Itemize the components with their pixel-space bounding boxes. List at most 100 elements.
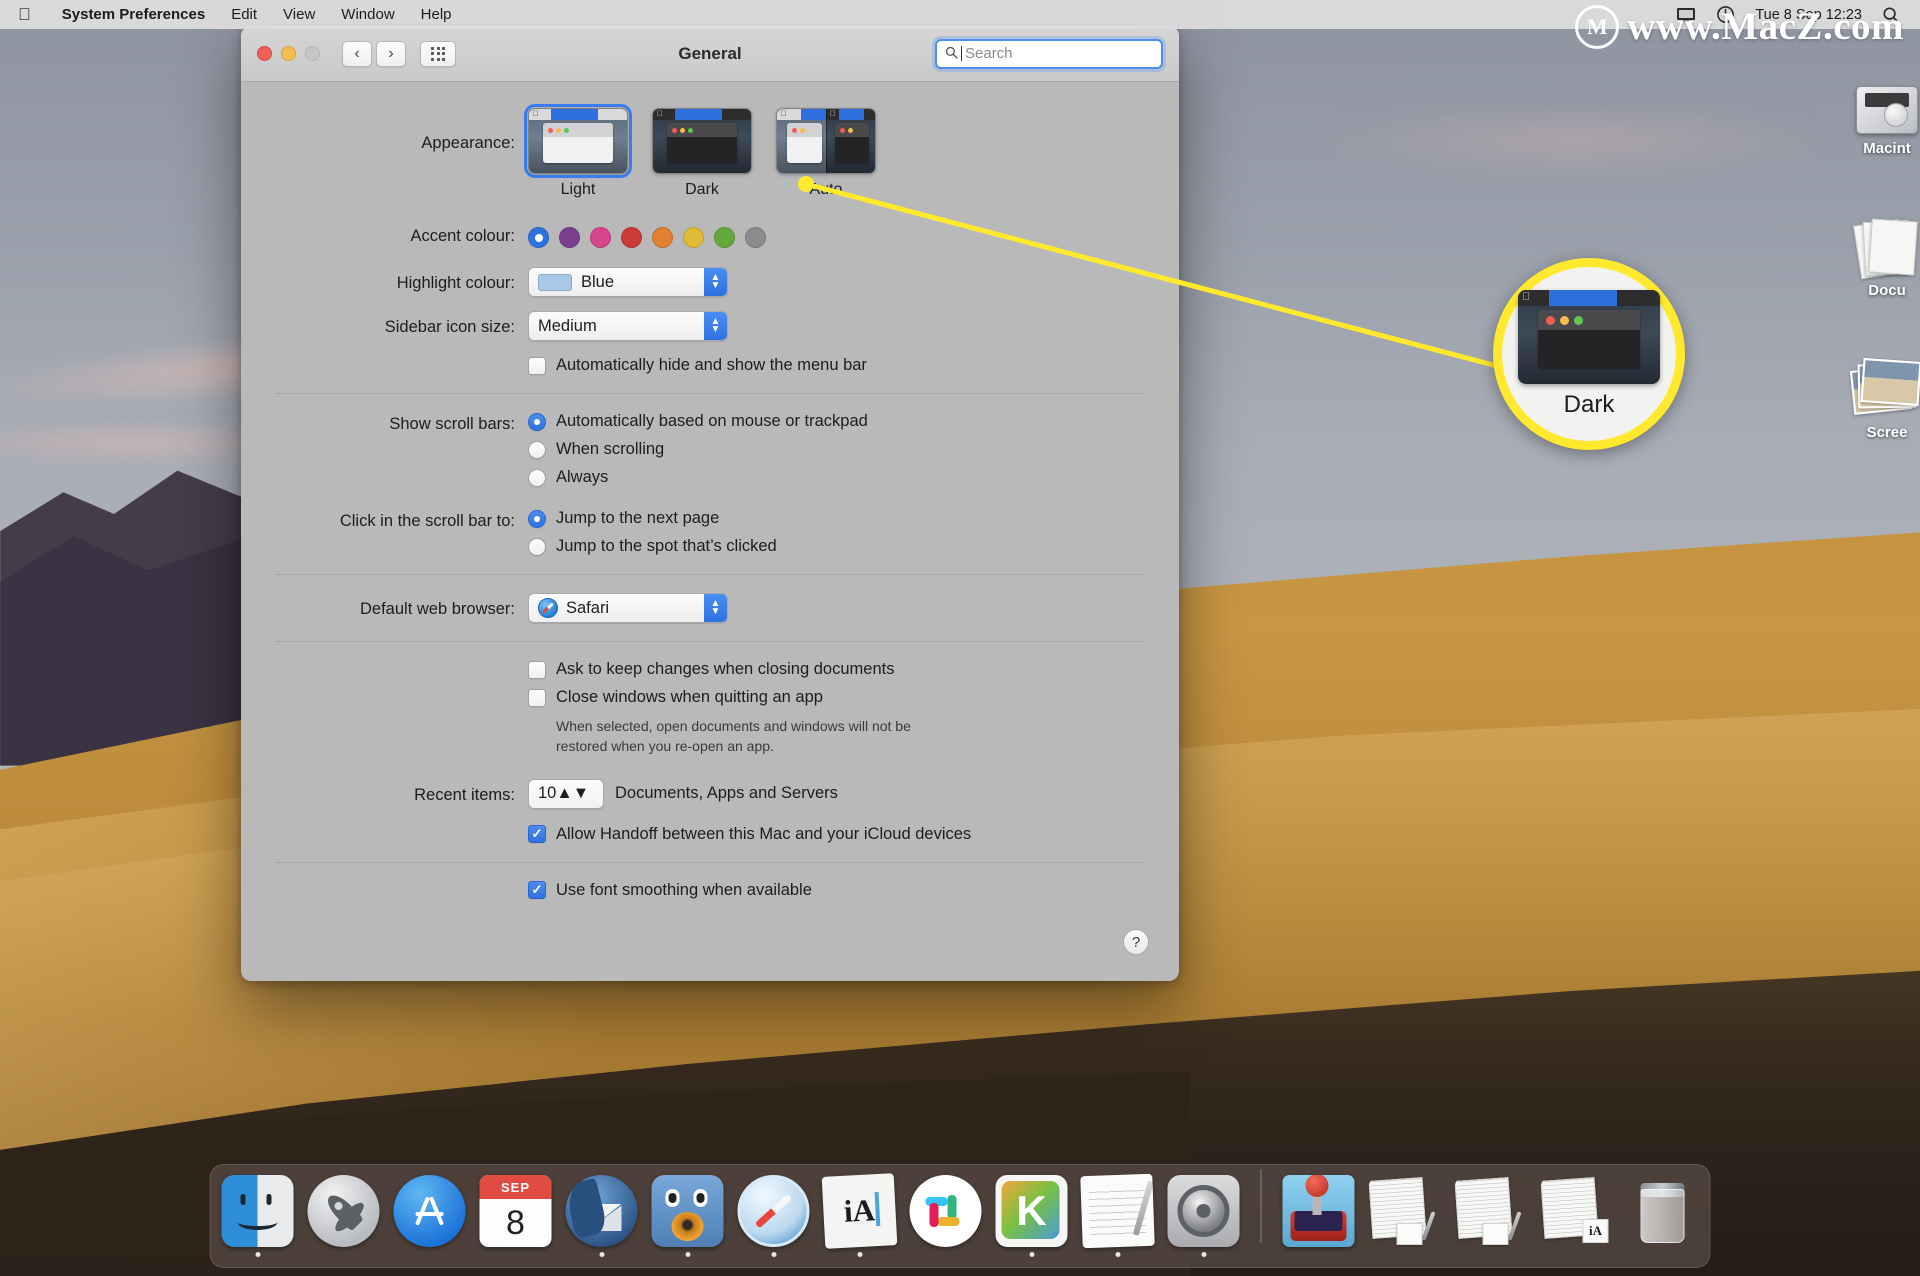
autohide-menubar-checkbox-row[interactable]: Automatically hide and show the menu bar	[528, 356, 1145, 375]
handoff-checkbox[interactable]: ✓	[528, 825, 546, 844]
ia-glyph: iA	[1582, 1219, 1609, 1243]
close-button[interactable]	[257, 46, 272, 61]
click-scroll-option-spot-clicked[interactable]: Jump to the spot that’s clicked	[528, 537, 1145, 556]
appearance-option-light[interactable]:  Light	[524, 104, 632, 199]
appearance-option-auto[interactable]:   Auto	[776, 108, 876, 199]
default-web-browser-select[interactable]: Safari ▲ ▼	[528, 593, 728, 623]
radio-button[interactable]	[528, 412, 546, 431]
chevron-updown-icon[interactable]: ▲▼	[704, 268, 727, 296]
menu-item-app-name[interactable]: System Preferences	[49, 6, 218, 23]
running-indicator	[599, 1252, 604, 1257]
dark-appearance-thumbnail: 	[652, 108, 752, 174]
accent-swatch-pink[interactable]	[590, 227, 611, 248]
appearance-label: Appearance:	[421, 134, 515, 152]
chevron-updown-icon[interactable]: ▲▼	[704, 312, 727, 340]
chevron-updown-icon[interactable]: ▲▼	[704, 594, 727, 622]
apple-menu-icon[interactable]: 	[18, 6, 31, 23]
dock-item-finder[interactable]	[221, 1175, 295, 1257]
dock-stack-document-1[interactable]	[1368, 1175, 1442, 1257]
search-input[interactable]: Search	[935, 38, 1163, 69]
screenshots-stack-icon	[1822, 342, 1920, 418]
document-stack-icon	[1368, 1175, 1441, 1247]
back-button[interactable]: ‹	[342, 40, 372, 67]
accent-swatch-blue[interactable]	[528, 227, 549, 248]
dock-stack-ia-document[interactable]: iA	[1540, 1175, 1614, 1257]
accent-swatch-graphite[interactable]	[745, 227, 766, 248]
section-divider	[275, 641, 1145, 642]
text-caret	[961, 46, 962, 61]
font-smoothing-checkbox-row[interactable]: ✓ Use font smoothing when available	[528, 881, 1145, 900]
hard-disk-icon	[1822, 58, 1920, 134]
close-windows-row[interactable]: Close windows when quitting an app	[528, 688, 1145, 707]
dock-item-launchpad[interactable]	[307, 1175, 381, 1257]
dock-item-kodi[interactable]: K	[995, 1175, 1069, 1257]
dock-stack-games[interactable]	[1282, 1175, 1356, 1257]
spotlight-search-icon[interactable]	[1882, 6, 1900, 24]
forward-button[interactable]: ›	[376, 40, 406, 67]
radio-button[interactable]	[528, 440, 546, 459]
dock-item-transmission[interactable]	[651, 1175, 725, 1257]
show-all-grid-icon[interactable]	[420, 40, 456, 67]
recent-items-stepper[interactable]: 10 ▲▼	[528, 778, 604, 809]
dock-item-ia-writer[interactable]: iA	[821, 1173, 898, 1257]
ask-keep-changes-checkbox[interactable]	[528, 660, 546, 679]
menu-item-window[interactable]: Window	[328, 6, 407, 23]
accent-swatch-green[interactable]	[714, 227, 735, 248]
running-indicator	[1316, 1252, 1321, 1257]
scroll-bars-option-auto[interactable]: Automatically based on mouse or trackpad	[528, 412, 1145, 431]
accent-swatch-red[interactable]	[621, 227, 642, 248]
documents-stack-icon	[1822, 200, 1920, 280]
section-divider	[275, 861, 1145, 863]
dock-item-textedit[interactable]	[1080, 1173, 1155, 1257]
radio-button[interactable]	[528, 468, 546, 487]
desktop-icon-label: Macint	[1863, 140, 1911, 157]
dock-item-system-preferences[interactable]	[1167, 1175, 1241, 1257]
accent-swatch-purple[interactable]	[559, 227, 580, 248]
handoff-checkbox-row[interactable]: ✓ Allow Handoff between this Mac and you…	[528, 825, 1145, 844]
dock-item-trash[interactable]	[1626, 1175, 1700, 1257]
scroll-bars-option-when-scrolling[interactable]: When scrolling	[528, 440, 1145, 459]
running-indicator	[857, 1252, 862, 1257]
dock-stack-document-2[interactable]	[1454, 1175, 1528, 1257]
chevron-updown-icon[interactable]: ▲▼	[556, 784, 589, 803]
dock-item-safari[interactable]	[737, 1175, 811, 1257]
desktop-icon-documents[interactable]: Docu	[1822, 200, 1920, 299]
dock-item-calendar[interactable]: SEP 8	[479, 1175, 553, 1257]
menu-item-view[interactable]: View	[270, 6, 328, 23]
display-icon[interactable]	[1676, 7, 1696, 23]
menu-item-edit[interactable]: Edit	[218, 6, 270, 23]
desktop-icon-screenshots[interactable]: Scree	[1822, 342, 1920, 441]
radio-button[interactable]	[528, 509, 546, 528]
close-windows-checkbox[interactable]	[528, 688, 546, 707]
default-web-browser-label: Default web browser:	[360, 600, 515, 618]
scroll-bars-option-always[interactable]: Always	[528, 468, 1145, 487]
appearance-option-dark[interactable]:  Dark	[652, 108, 752, 199]
desktop-icon-macintosh-hd[interactable]: Macint	[1822, 58, 1920, 157]
menu-bar-clock[interactable]: Tue 8 Sep 12:23	[1755, 7, 1862, 23]
time-machine-icon[interactable]	[1716, 5, 1735, 24]
minimize-button[interactable]	[281, 46, 296, 61]
font-smoothing-checkbox[interactable]: ✓	[528, 881, 546, 900]
menu-item-help[interactable]: Help	[408, 6, 465, 23]
highlight-colour-select[interactable]: Blue ▲ ▼	[528, 267, 728, 297]
show-scroll-bars-row: Show scroll bars: Automatically based on…	[241, 412, 1179, 487]
system-preferences-icon	[1167, 1175, 1240, 1247]
dock-item-thunderbird[interactable]	[565, 1175, 639, 1257]
window-title-bar: ‹ › General Search	[241, 26, 1179, 82]
ask-keep-changes-row[interactable]: Ask to keep changes when closing documen…	[528, 660, 1145, 679]
search-placeholder: Search	[965, 45, 1013, 62]
radio-button[interactable]	[528, 537, 546, 556]
accent-swatch-yellow[interactable]	[683, 227, 704, 248]
auto-appearance-thumbnail:  	[776, 108, 876, 174]
autohide-menubar-checkbox[interactable]	[528, 356, 546, 375]
dock-item-app-store[interactable]	[393, 1175, 467, 1257]
light-appearance-thumbnail: 	[524, 104, 632, 178]
dock-item-slack[interactable]	[909, 1175, 983, 1257]
launchpad-icon	[307, 1175, 380, 1247]
help-button[interactable]: ?	[1123, 929, 1149, 955]
click-scroll-option-next-page[interactable]: Jump to the next page	[528, 509, 1145, 528]
calendar-month: SEP	[479, 1175, 552, 1199]
accent-swatch-orange[interactable]	[652, 227, 673, 248]
sidebar-icon-size-select[interactable]: Medium ▲ ▼	[528, 311, 728, 341]
navigation-buttons: ‹ ›	[342, 40, 406, 67]
